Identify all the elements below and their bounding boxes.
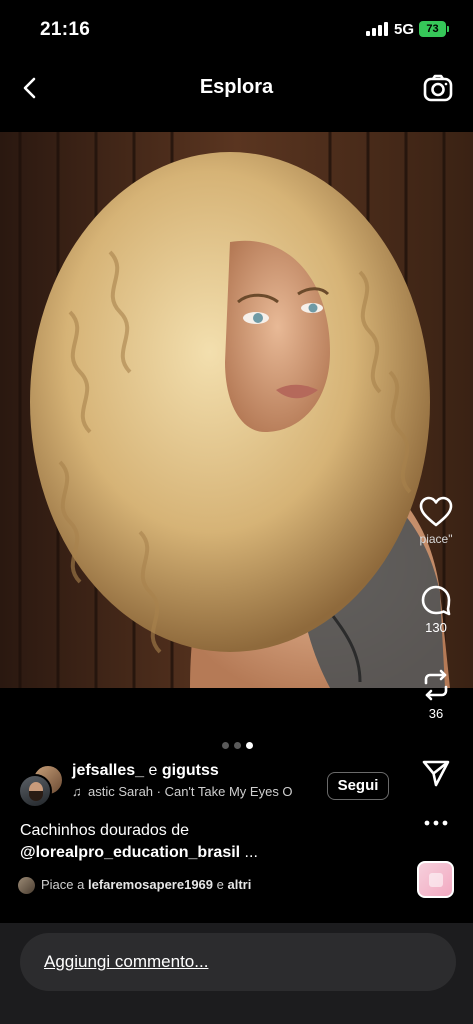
author-joiner: e — [144, 762, 162, 779]
like-label: piace" — [419, 532, 453, 546]
network-type: 5G — [394, 21, 415, 38]
status-bar: 21:16 5G 73 — [0, 0, 473, 56]
caption-more[interactable]: ... — [240, 844, 258, 861]
coauthor-username[interactable]: gigutss — [162, 762, 219, 779]
carousel-dot — [222, 742, 229, 749]
avatar[interactable] — [18, 774, 52, 808]
music-track-label: astic Sarah · Can't Take My Eyes O — [88, 784, 293, 799]
post-author-row: jefsalles_ e gigutss ♫ astic Sarah · Can'… — [0, 758, 410, 818]
send-icon — [422, 760, 450, 787]
carousel-dot-active — [246, 742, 253, 749]
post-caption: Cachinhos dourados de @lorealpro_educati… — [20, 820, 400, 864]
author-names[interactable]: jefsalles_ e gigutss — [72, 762, 219, 780]
post-photo[interactable] — [0, 132, 473, 688]
top-navigation: Esplora — [0, 60, 473, 116]
like-button[interactable]: piace" — [408, 496, 464, 546]
comment-count: 130 — [425, 620, 447, 635]
caption-mention[interactable]: @lorealpro_education_brasil — [20, 844, 240, 861]
battery-icon: 73 — [419, 20, 449, 38]
music-track[interactable]: ♫ astic Sarah · Can't Take My Eyes O — [72, 784, 318, 802]
comment-placeholder: Aggiungi commento... — [44, 952, 209, 971]
page-title: Esplora — [199, 76, 274, 98]
likes-suffix: e — [213, 877, 228, 892]
camera-icon — [423, 74, 453, 102]
follow-button[interactable]: Segui — [327, 772, 389, 800]
repost-count: 36 — [428, 706, 444, 721]
carousel-indicator — [222, 742, 254, 750]
comment-input[interactable]: Aggiungi commento... — [20, 933, 456, 991]
audio-thumbnail[interactable] — [417, 861, 454, 898]
more-options-button[interactable] — [408, 818, 464, 828]
comment-icon — [421, 585, 451, 616]
caption-text: Cachinhos dourados de — [20, 822, 190, 839]
battery-level: 73 — [426, 23, 439, 35]
likes-user[interactable]: lefaremosapere1969 — [88, 877, 213, 892]
likes-summary[interactable]: Piace a lefaremosapere1969 e altri — [18, 877, 251, 895]
share-button[interactable] — [408, 758, 464, 788]
avatar — [18, 877, 35, 895]
repost-button[interactable]: 36 — [408, 668, 464, 721]
repost-icon — [424, 669, 448, 701]
camera-button[interactable] — [421, 71, 455, 105]
carousel-dot — [234, 742, 241, 749]
music-note-icon: ♫ — [72, 784, 82, 799]
likes-prefix: Piace a — [41, 877, 88, 892]
cellular-signal-icon — [366, 22, 388, 36]
comment-bar: Aggiungi commento... — [0, 923, 473, 1024]
status-time: 21:16 — [40, 19, 91, 40]
heart-icon — [419, 496, 453, 527]
comment-button[interactable]: 130 — [408, 584, 464, 635]
likes-others[interactable]: altri — [227, 877, 251, 892]
author-username[interactable]: jefsalles_ — [72, 762, 144, 779]
more-horizontal-icon — [424, 820, 448, 826]
